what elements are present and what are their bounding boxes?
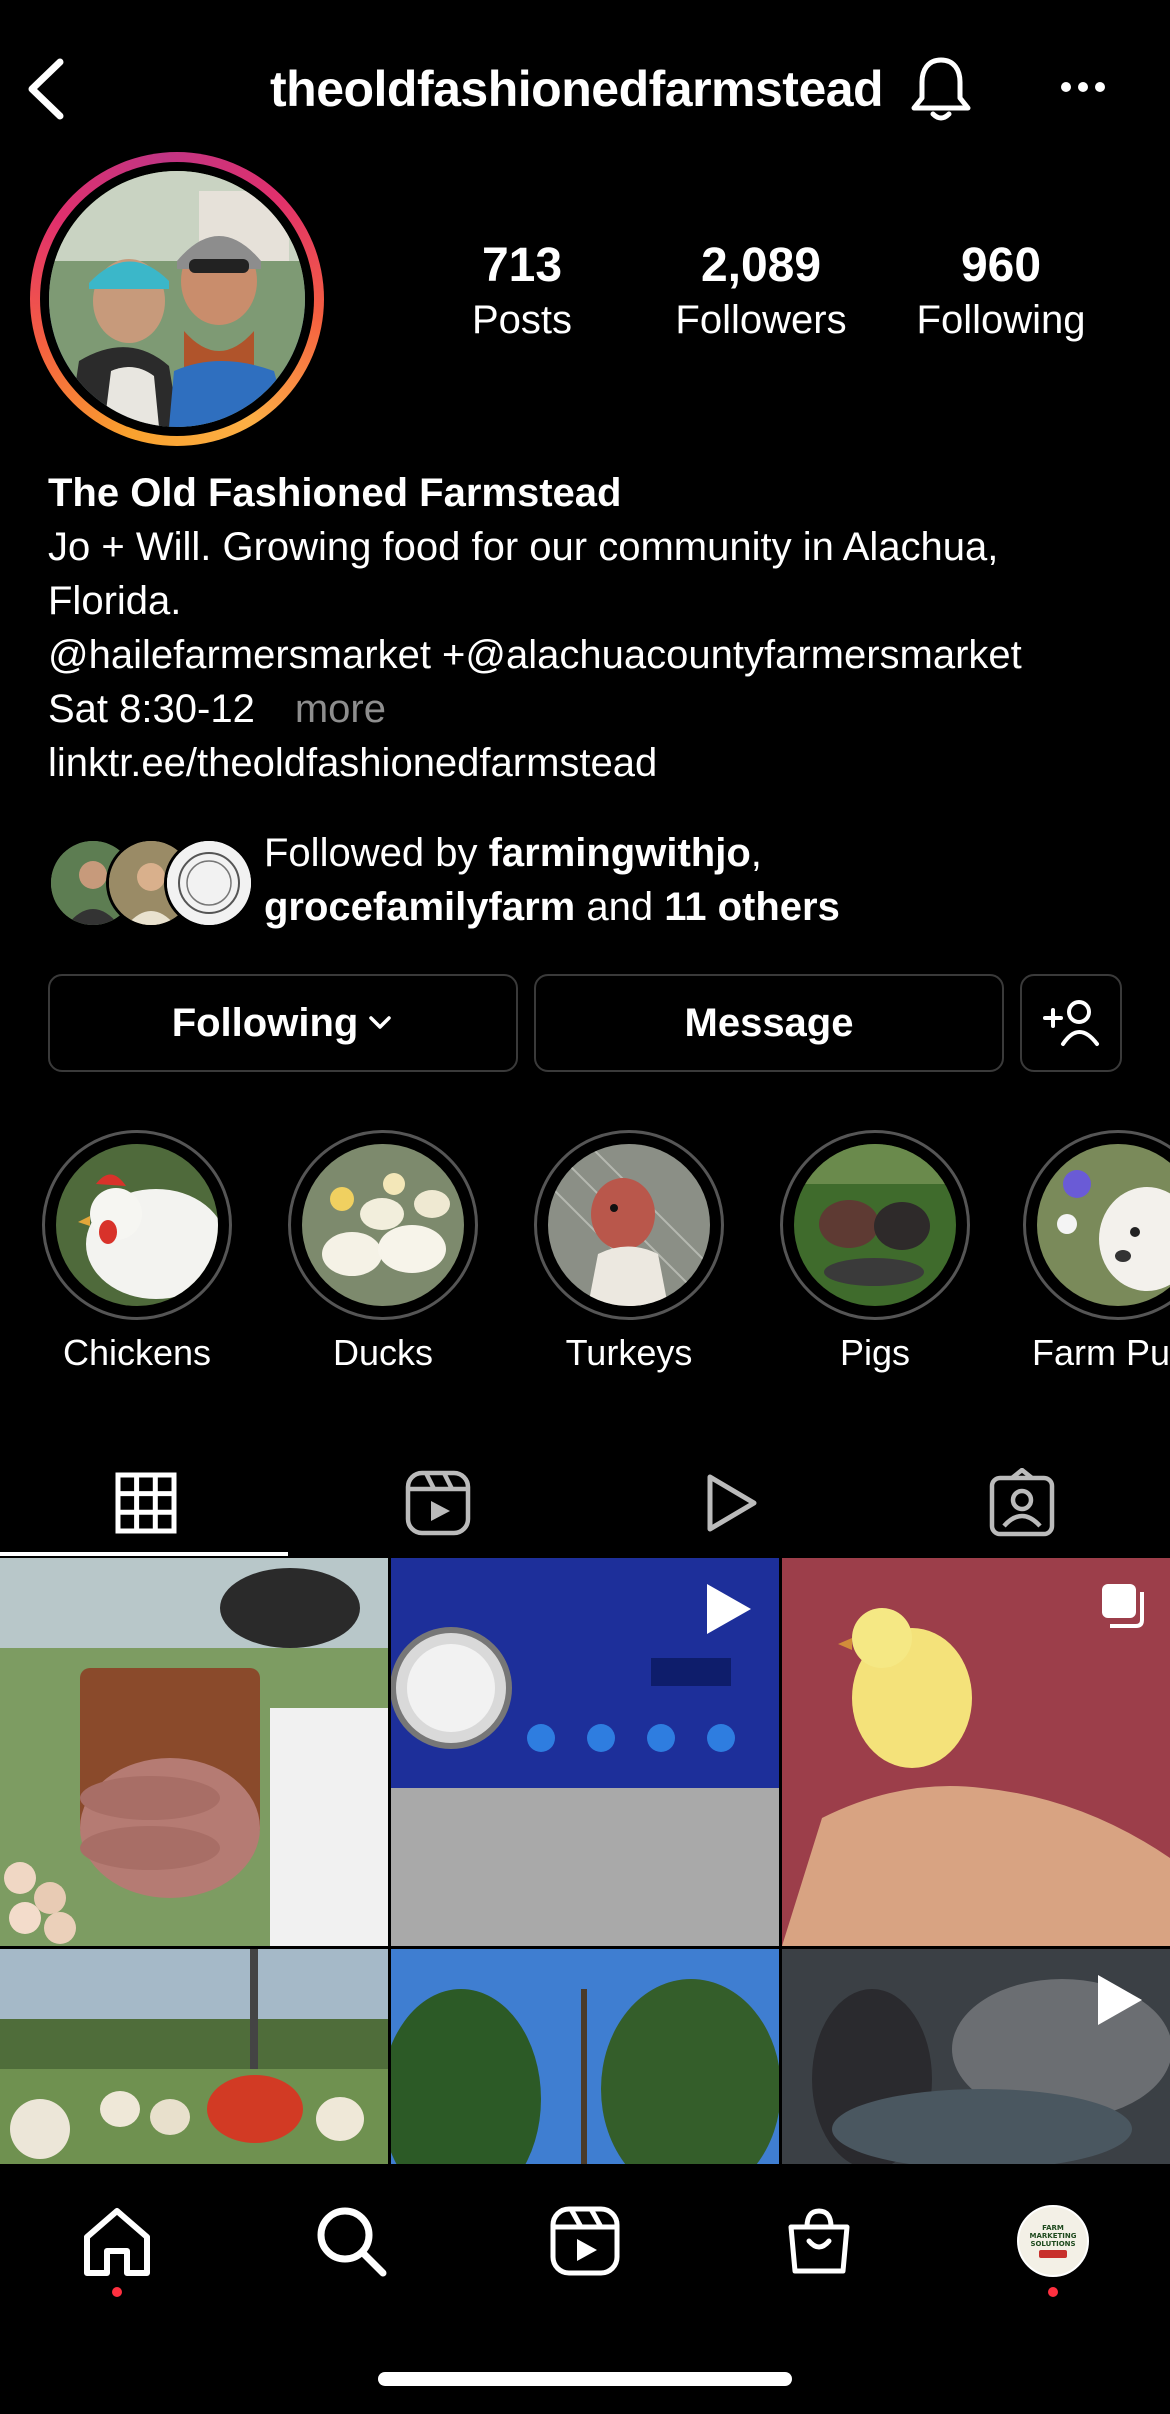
profile-header: theoldfashionedfarmstead — [0, 0, 1170, 150]
highlight-cover — [1037, 1144, 1170, 1306]
followed-by-text[interactable]: Followed by farmingwithjo, grocefamilyfa… — [264, 826, 1144, 934]
tagged-icon — [989, 1468, 1055, 1537]
highlight-chickens[interactable]: Chickens — [39, 1130, 235, 1374]
followed-by-and: and — [575, 885, 665, 929]
posts-count-label: Posts — [471, 298, 573, 342]
following-count-label: Following — [916, 298, 1086, 342]
home-notification-dot — [112, 2287, 122, 2297]
nav-reels[interactable] — [540, 2196, 630, 2286]
highlight-label: Pigs — [839, 1332, 911, 1373]
tab-reels[interactable] — [292, 1450, 584, 1556]
bio-line: Florida. — [48, 579, 182, 623]
grid-icon — [115, 1472, 177, 1534]
back-button[interactable] — [22, 58, 72, 120]
post-thumbnail[interactable] — [0, 1949, 388, 2164]
nav-shop[interactable] — [774, 2196, 864, 2286]
suggested-users-button[interactable] — [1020, 974, 1122, 1072]
profile-notification-dot — [1048, 2287, 1058, 2297]
tab-videos[interactable] — [584, 1450, 876, 1556]
reels-icon — [405, 1470, 471, 1536]
nav-home[interactable] — [72, 2196, 162, 2286]
more-horizontal-icon — [1061, 82, 1105, 92]
shopping-bag-icon — [788, 2208, 850, 2274]
display-name: The Old Fashioned Farmstead — [48, 471, 622, 515]
avatar — [164, 838, 254, 928]
bell-icon — [911, 57, 971, 121]
search-icon — [317, 2207, 387, 2277]
highlight-label: Turkeys — [565, 1332, 693, 1373]
profile-username: theoldfashionedfarmstead — [270, 61, 884, 117]
home-indicator[interactable] — [378, 2372, 792, 2386]
followed-by-prefix: Followed by — [264, 831, 489, 875]
highlight-label: Farm Pu — [1032, 1332, 1170, 1373]
chevron-left-icon — [28, 58, 64, 120]
highlight-cover — [794, 1144, 956, 1306]
bio-line: Jo + Will. Growing food for our communit… — [48, 525, 999, 569]
avatar: FARM MARKETING SOLUTIONS — [1017, 2205, 1089, 2277]
avatar-badge-text: SOLUTIONS — [1030, 2240, 1076, 2248]
bio-hours: Sat 8:30-12 — [48, 687, 255, 731]
profile-avatar[interactable] — [30, 152, 324, 446]
post-thumbnail-video[interactable] — [782, 1949, 1170, 2164]
following-count-value: 960 — [960, 239, 1042, 292]
highlight-turkeys[interactable]: Turkeys — [531, 1130, 727, 1374]
post-thumbnail[interactable] — [0, 1558, 388, 1946]
options-button[interactable] — [1058, 62, 1108, 112]
highlight-label: Ducks — [332, 1332, 434, 1373]
avatar-photo — [49, 171, 305, 427]
bio-mentions[interactable]: @hailefarmersmarket +@alachuacountyfarme… — [48, 628, 1138, 682]
play-icon — [707, 1474, 757, 1532]
posts-count-value: 713 — [481, 239, 563, 292]
tab-posts-grid[interactable] — [0, 1450, 292, 1556]
message-button-label: Message — [684, 1000, 854, 1045]
highlight-cover — [302, 1144, 464, 1306]
bio-more-link[interactable]: more — [295, 687, 386, 731]
video-play-icon — [1098, 1975, 1142, 2025]
post-thumbnail-carousel[interactable] — [782, 1558, 1170, 1946]
notifications-button[interactable] — [906, 54, 976, 124]
highlight-cover — [56, 1144, 218, 1306]
avatar-badge-truck — [1039, 2250, 1067, 2258]
reels-icon — [550, 2206, 620, 2276]
video-play-icon — [707, 1584, 751, 1634]
posts-count[interactable]: 713 Posts — [412, 238, 632, 346]
home-icon — [84, 2208, 150, 2276]
carousel-icon — [1102, 1584, 1144, 1628]
message-button[interactable]: Message — [534, 974, 1004, 1072]
highlight-ducks[interactable]: Ducks — [285, 1130, 481, 1374]
profile-bio: The Old Fashioned Farmstead Jo + Will. G… — [48, 466, 1138, 790]
highlight-cover — [548, 1144, 710, 1306]
followed-by-separator: , — [750, 831, 762, 875]
add-person-icon — [1043, 1000, 1099, 1046]
post-thumbnail[interactable] — [391, 1949, 779, 2164]
highlight-pigs[interactable]: Pigs — [777, 1130, 973, 1374]
active-tab-indicator — [0, 1552, 288, 1556]
chevron-down-icon — [369, 1016, 392, 1029]
mutual-followers-others[interactable]: 11 others — [664, 885, 840, 929]
following-button[interactable]: Following — [48, 974, 518, 1072]
followers-count-value: 2,089 — [700, 239, 822, 292]
bio-link[interactable]: linktr.ee/theoldfashionedfarmstead — [48, 736, 1138, 790]
followers-count-label: Followers — [675, 298, 847, 342]
mutual-follower-name[interactable]: grocefamilyfarm — [264, 885, 575, 929]
nav-profile[interactable]: FARM MARKETING SOLUTIONS — [1008, 2196, 1098, 2286]
highlight-farm-pups[interactable]: Farm Pu — [1023, 1130, 1170, 1374]
post-thumbnail-video[interactable] — [391, 1558, 779, 1946]
following-button-label: Following — [171, 1000, 359, 1045]
nav-search[interactable] — [306, 2196, 396, 2286]
avatar-badge-text: FARM — [1042, 2224, 1064, 2232]
mutual-follower-name[interactable]: farmingwithjo — [489, 831, 751, 875]
tab-tagged[interactable] — [876, 1450, 1168, 1556]
followers-count[interactable]: 2,089 Followers — [651, 238, 871, 346]
bio-hours-row: Sat 8:30-12 more — [48, 682, 1138, 736]
mutual-followers-avatars[interactable] — [48, 838, 254, 928]
following-count[interactable]: 960 Following — [891, 238, 1111, 346]
highlight-label: Chickens — [62, 1332, 212, 1373]
avatar-badge-text: MARKETING — [1029, 2232, 1077, 2240]
